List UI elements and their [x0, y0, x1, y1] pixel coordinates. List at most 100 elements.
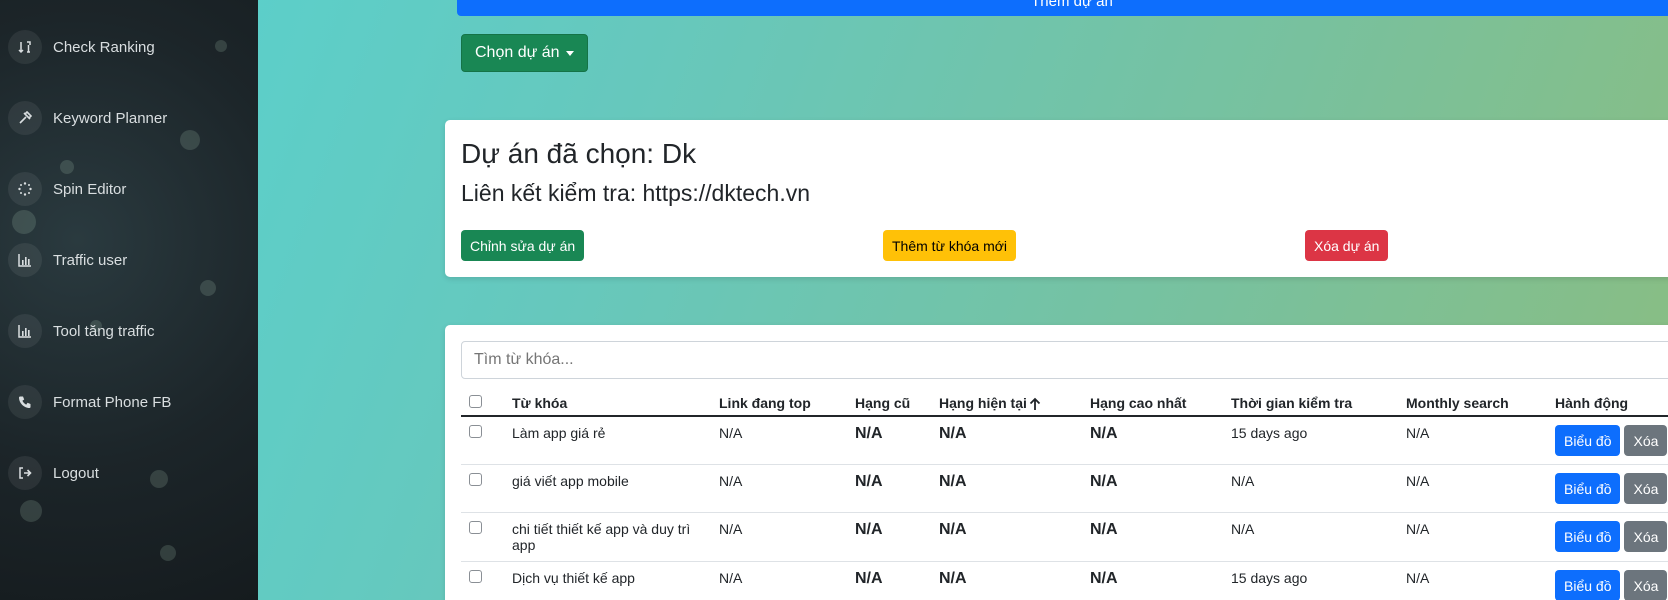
sidebar-item-label: Format Phone FB: [53, 393, 172, 411]
sidebar-item-label: Spin Editor: [53, 180, 127, 198]
keywords-table: Từ khóa Link đang top Hạng cũ Hạng hiện …: [461, 385, 1668, 600]
sign-out-icon: [8, 456, 42, 490]
project-title: Dự án đã chọn: Dk: [461, 138, 697, 169]
current-rank-cell: N/A: [931, 561, 1082, 600]
monthly-search-cell: N/A: [1398, 561, 1547, 600]
project-link: Liên kết kiểm tra: https://dktech.vn: [461, 180, 810, 206]
monthly-search-cell: N/A: [1398, 512, 1547, 563]
keyword-cell: Dịch vụ thiết kế app: [504, 561, 711, 600]
col-current-rank[interactable]: Hạng hiện tại: [931, 385, 1082, 418]
col-best-rank[interactable]: Hạng cao nhất: [1082, 385, 1223, 418]
select-all-checkbox[interactable]: [469, 395, 482, 409]
select-project-label: Chọn dự án: [475, 44, 560, 61]
keywords-card: Từ khóa Link đang top Hạng cũ Hạng hiện …: [445, 325, 1668, 600]
row-checkbox[interactable]: [469, 521, 482, 535]
sidebar: Check Ranking Keyword Planner Spin Edito…: [0, 0, 258, 600]
old-rank-cell: N/A: [847, 464, 931, 514]
keyword-cell: Làm app giá rẻ: [504, 416, 711, 466]
col-monthly-search[interactable]: Monthly search: [1398, 385, 1547, 418]
chart-button[interactable]: Biểu đồ: [1555, 570, 1621, 600]
checked-time-cell: N/A: [1223, 512, 1398, 563]
old-rank-cell: N/A: [847, 512, 931, 563]
sidebar-item-tool-traffic[interactable]: Tool tăng traffic: [8, 313, 154, 349]
checked-time-cell: 15 days ago: [1223, 416, 1398, 466]
tools-icon: [8, 101, 42, 135]
row-select-cell: [461, 512, 504, 563]
checked-time-cell: N/A: [1223, 464, 1398, 514]
col-old-rank[interactable]: Hạng cũ: [847, 385, 931, 418]
actions-cell: Biểu đồ Xóa: [1547, 416, 1668, 466]
row-select-cell: [461, 561, 504, 600]
top-link-cell: N/A: [711, 416, 847, 466]
caret-down-icon: [565, 50, 574, 56]
chart-button[interactable]: Biểu đồ: [1555, 425, 1621, 457]
col-checked-time[interactable]: Thời gian kiểm tra: [1223, 385, 1398, 418]
old-rank-cell: N/A: [847, 416, 931, 466]
sidebar-item-keyword-planner[interactable]: Keyword Planner: [8, 100, 167, 136]
top-link-cell: N/A: [711, 512, 847, 563]
sidebar-item-format-phone[interactable]: Format Phone FB: [8, 384, 171, 420]
sidebar-item-traffic-user[interactable]: Traffic user: [8, 242, 127, 278]
sidebar-item-logout[interactable]: Logout: [8, 455, 99, 491]
sidebar-item-label: Check Ranking: [53, 38, 155, 56]
project-card: Dự án đã chọn: Dk Liên kết kiểm tra: htt…: [445, 120, 1668, 277]
bokeh-decoration: [200, 280, 216, 296]
bokeh-decoration: [180, 130, 200, 150]
add-project-button[interactable]: Thêm dự án: [457, 0, 1668, 16]
best-rank-cell: N/A: [1082, 464, 1223, 514]
monthly-search-cell: N/A: [1398, 464, 1547, 514]
actions-cell: Biểu đồ Xóa: [1547, 464, 1668, 514]
delete-keyword-button[interactable]: Xóa: [1624, 570, 1668, 600]
best-rank-cell: N/A: [1082, 561, 1223, 600]
chart-button[interactable]: Biểu đồ: [1555, 473, 1621, 505]
phone-icon: [8, 385, 42, 419]
chart-button[interactable]: Biểu đồ: [1555, 521, 1621, 553]
col-current-rank-label: Hạng hiện tại: [939, 395, 1027, 411]
top-link-cell: N/A: [711, 561, 847, 600]
col-actions: Hành động: [1547, 385, 1668, 418]
select-project-dropdown[interactable]: Chọn dự án: [461, 34, 588, 72]
best-rank-cell: N/A: [1082, 416, 1223, 466]
delete-project-button[interactable]: Xóa dự án: [1305, 230, 1389, 261]
col-top-link[interactable]: Link đang top: [711, 385, 847, 418]
bokeh-decoration: [160, 545, 176, 561]
col-keyword[interactable]: Từ khóa: [504, 385, 711, 418]
row-select-cell: [461, 464, 504, 514]
top-link-cell: N/A: [711, 464, 847, 514]
row-checkbox[interactable]: [469, 473, 482, 487]
table-header-row: Từ khóa Link đang top Hạng cũ Hạng hiện …: [461, 385, 1668, 418]
spinner-icon: [8, 172, 42, 206]
sidebar-item-label: Traffic user: [53, 251, 128, 269]
row-checkbox[interactable]: [469, 570, 482, 584]
monthly-search-cell: N/A: [1398, 416, 1547, 466]
row-checkbox[interactable]: [469, 425, 482, 439]
actions-cell: Biểu đồ Xóa: [1547, 561, 1668, 600]
select-all-cell: [461, 385, 504, 418]
current-rank-cell: N/A: [931, 416, 1082, 466]
bokeh-decoration: [20, 500, 42, 522]
bokeh-decoration: [150, 470, 168, 488]
bokeh-decoration: [12, 210, 36, 234]
sidebar-item-label: Logout: [53, 464, 99, 482]
best-rank-cell: N/A: [1082, 512, 1223, 563]
keyword-cell: giá viết app mobile: [504, 464, 711, 514]
table-row: chi tiết thiết kế app và duy trì app N/A…: [461, 512, 1668, 563]
checked-time-cell: 15 days ago: [1223, 561, 1398, 600]
edit-project-button[interactable]: Chỉnh sửa dự án: [461, 230, 585, 261]
keyword-search-input[interactable]: [461, 341, 1668, 379]
sort-numeric-icon: [8, 30, 42, 64]
delete-keyword-button[interactable]: Xóa: [1624, 425, 1668, 457]
row-select-cell: [461, 416, 504, 466]
sidebar-item-spin-editor[interactable]: Spin Editor: [8, 171, 126, 207]
add-keyword-button[interactable]: Thêm từ khóa mới: [883, 230, 1017, 261]
delete-keyword-button[interactable]: Xóa: [1624, 473, 1668, 505]
chart-bar-icon: [8, 314, 42, 348]
old-rank-cell: N/A: [847, 561, 931, 600]
sidebar-item-label: Keyword Planner: [53, 109, 168, 127]
sidebar-item-check-ranking[interactable]: Check Ranking: [8, 29, 155, 65]
sidebar-item-label: Tool tăng traffic: [53, 322, 155, 340]
keyword-cell: chi tiết thiết kế app và duy trì app: [504, 512, 711, 563]
delete-keyword-button[interactable]: Xóa: [1624, 521, 1668, 553]
table-row: Dịch vụ thiết kế app N/A N/A N/A N/A 15 …: [461, 561, 1668, 600]
table-row: giá viết app mobile N/A N/A N/A N/A N/A …: [461, 464, 1668, 514]
